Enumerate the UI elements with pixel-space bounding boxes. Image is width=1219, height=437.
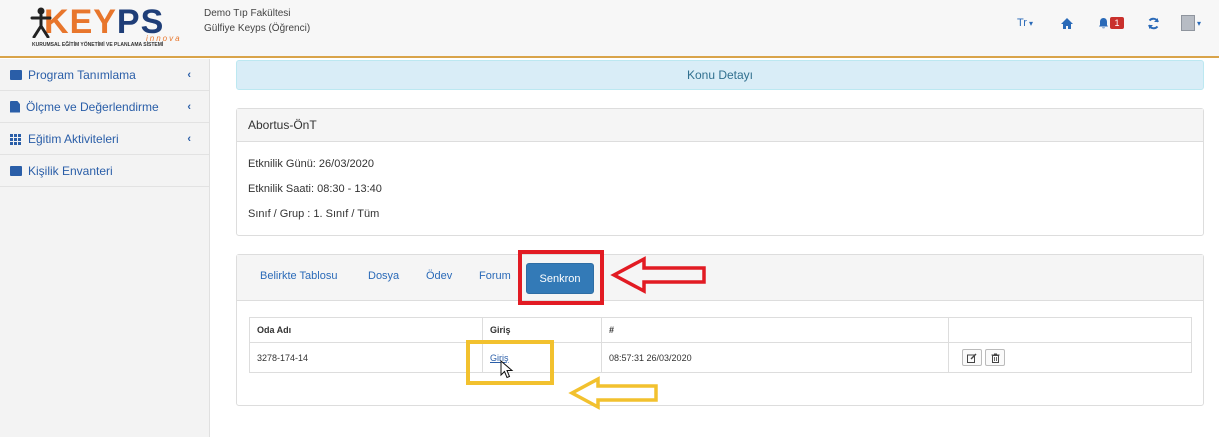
trash-icon <box>991 353 999 363</box>
home-button[interactable] <box>1045 12 1089 34</box>
tab-belirkte-tablosu[interactable]: Belirkte Tablosu <box>260 270 337 282</box>
language-dropdown[interactable]: Tr ▾ <box>1005 12 1045 34</box>
file-icon <box>10 100 20 113</box>
sidebar-item-label: Eğitim Aktiviteleri <box>28 131 119 146</box>
edit-button[interactable] <box>962 349 982 366</box>
sidebar-item-label: Kişilik Envanteri <box>28 163 113 178</box>
sidebar-item-kisilik-envanteri[interactable]: Kişilik Envanteri <box>0 155 209 187</box>
user-menu[interactable]: ▾ <box>1173 12 1209 34</box>
detail-body: Etknilik Günü: 26/03/2020 Etknilik Saati… <box>237 142 1203 237</box>
tab-panel: Belirkte Tablosu Dosya Ödev Forum Senkro… <box>236 254 1204 406</box>
list-icon <box>10 69 22 80</box>
column-header-giris: Giriş <box>482 317 602 343</box>
sidebar-item-program-tanimlama[interactable]: Program Tanımlama ‹ <box>0 59 209 91</box>
detail-panel: Abortus-ÖnT Etknilik Günü: 26/03/2020 Et… <box>236 108 1204 236</box>
class-group: Sınıf / Grup : 1. Sınıf / Tüm <box>248 208 380 220</box>
list-icon <box>10 165 22 176</box>
room-name-cell: 3278-174-14 <box>249 342 483 373</box>
column-header-hash: # <box>601 317 949 343</box>
org-info: Demo Tıp Fakültesi Gülfiye Keyps (Öğrenc… <box>204 6 310 36</box>
refresh-button[interactable] <box>1133 12 1173 34</box>
activity-time: Etknilik Saati: 08:30 - 13:40 <box>248 183 382 195</box>
time-cell: 08:57:31 26/03/2020 <box>601 342 949 373</box>
home-icon <box>1061 17 1073 29</box>
chevron-left-icon: ‹ <box>187 132 191 145</box>
caret-down-icon: ▾ <box>1028 18 1033 28</box>
sidebar-item-egitim-aktiviteleri[interactable]: Eğitim Aktiviteleri ‹ <box>0 123 209 155</box>
caret-down-icon: ▾ <box>1196 18 1201 28</box>
avatar-icon <box>1180 15 1195 31</box>
keyps-logo[interactable]: KEYPS innova KURUMSAL EĞİTİM YÖNETİMİ VE… <box>30 4 180 54</box>
yellow-highlight-box <box>466 340 554 385</box>
rooms-table: Oda Adı Giriş # 3278-174-14 Giriş 08:57:… <box>249 317 1192 373</box>
sidebar-item-label: Ölçme ve Değerlendirme <box>26 99 159 114</box>
detail-heading: Abortus-ÖnT <box>237 109 1203 142</box>
refresh-icon <box>1147 17 1159 29</box>
top-nav: Tr ▾ 1 ▾ <box>1005 12 1209 34</box>
tab-forum[interactable]: Forum <box>479 270 511 282</box>
column-header-actions <box>948 317 1192 343</box>
org-name: Demo Tıp Fakültesi <box>204 8 291 19</box>
notification-badge: 1 <box>1110 17 1124 29</box>
red-arrow-icon <box>610 256 706 294</box>
logo-subtitle: KURUMSAL EĞİTİM YÖNETİMİ VE PLANLAMA SİS… <box>32 42 164 48</box>
chevron-left-icon: ‹ <box>187 100 191 113</box>
chevron-left-icon: ‹ <box>187 68 191 81</box>
logo-figure-icon <box>30 7 52 38</box>
sidebar-item-label: Program Tanımlama <box>28 67 136 82</box>
sidebar: Program Tanımlama ‹ Ölçme ve Değerlendir… <box>0 59 210 437</box>
bell-icon <box>1099 18 1109 29</box>
delete-button[interactable] <box>985 349 1005 366</box>
row-actions <box>962 349 1191 366</box>
tab-bar: Belirkte Tablosu Dosya Ödev Forum Senkro… <box>237 255 1203 301</box>
grid-icon <box>10 133 22 145</box>
table-row: 3278-174-14 Giriş 08:57:31 26/03/2020 <box>249 342 1192 373</box>
user-name: Gülfiye Keyps (Öğrenci) <box>204 23 311 34</box>
actions-cell <box>948 342 1192 373</box>
sidebar-item-olcme-degerlendirme[interactable]: Ölçme ve Değerlendirme ‹ <box>0 91 209 123</box>
yellow-arrow-icon <box>568 376 658 410</box>
tab-dosya[interactable]: Dosya <box>368 270 399 282</box>
red-highlight-box <box>518 250 604 305</box>
edit-icon <box>967 353 977 363</box>
page-title: Konu Detayı <box>236 60 1204 90</box>
activity-date: Etknilik Günü: 26/03/2020 <box>248 158 374 170</box>
column-header-oda-adi: Oda Adı <box>249 317 483 343</box>
table-header-row: Oda Adı Giriş # <box>249 317 1192 343</box>
top-bar: KEYPS innova KURUMSAL EĞİTİM YÖNETİMİ VE… <box>0 0 1219 58</box>
tab-odev[interactable]: Ödev <box>426 270 452 282</box>
notifications-button[interactable]: 1 <box>1089 12 1133 34</box>
